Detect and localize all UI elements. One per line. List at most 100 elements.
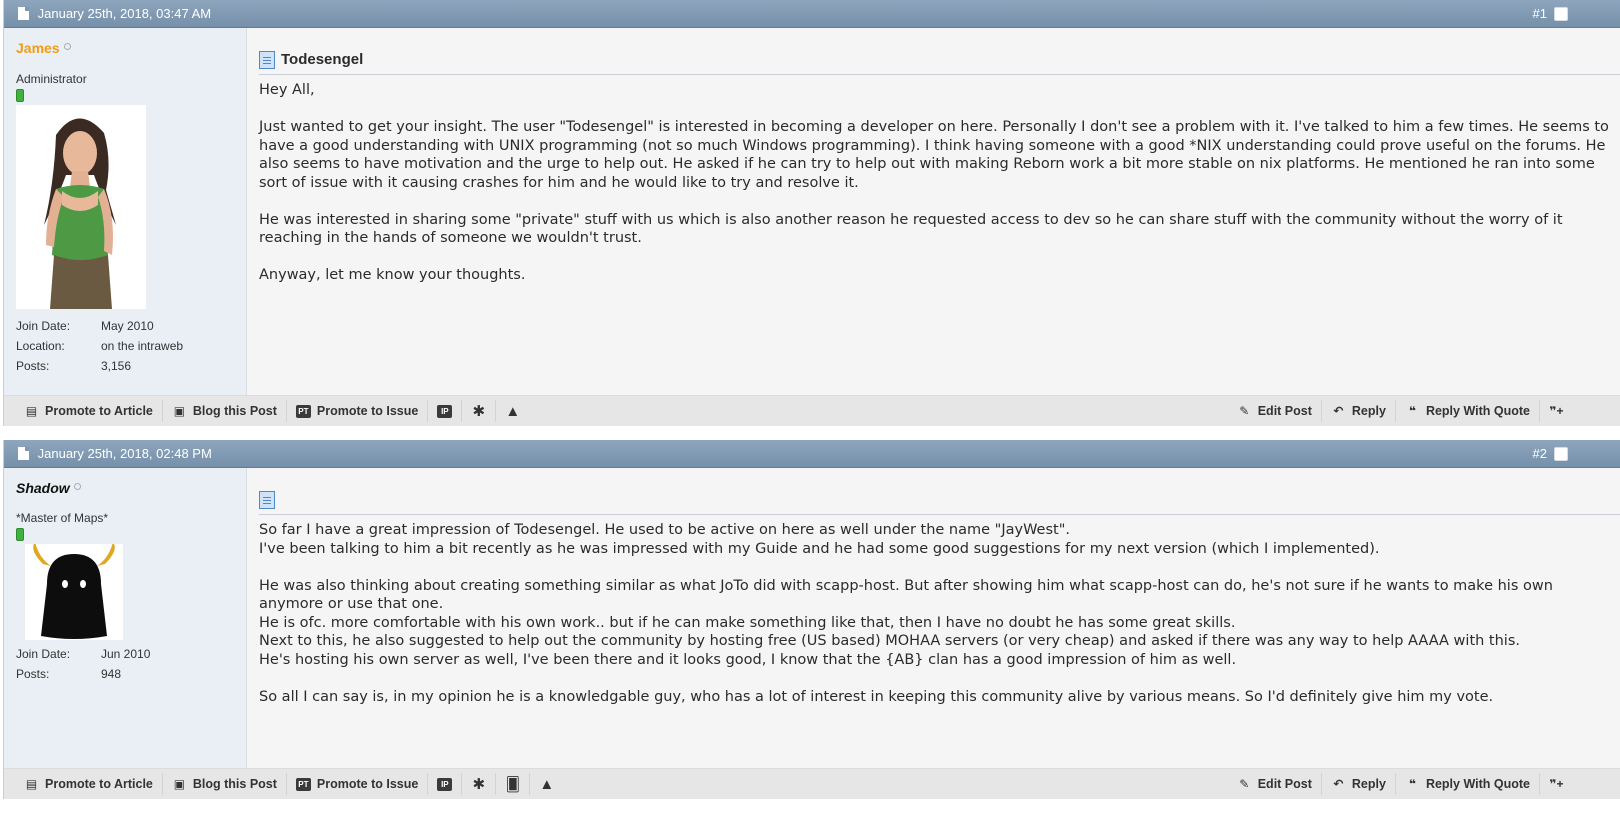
- promote-issue-label: Promote to Issue: [316, 777, 419, 791]
- stat-label: Join Date:: [16, 319, 71, 333]
- reply-quote-label: Reply With Quote: [1425, 404, 1530, 418]
- user-stats: Join Date: Jun 2010 Posts: 948: [16, 647, 246, 687]
- infraction-button[interactable]: ✱: [462, 773, 497, 795]
- reply-label: Reply: [1351, 777, 1386, 791]
- stat-label: Posts:: [16, 359, 50, 373]
- blog-post-label: Blog this Post: [192, 777, 277, 791]
- reply-label: Reply: [1351, 404, 1386, 418]
- offline-status-icon: [63, 43, 71, 50]
- stat-value: Jun 2010: [101, 647, 151, 661]
- reply-with-quote-button[interactable]: ❝ Reply With Quote: [1396, 400, 1540, 422]
- star-burst-icon: ✱: [472, 776, 486, 793]
- promote-article-label: Promote to Article: [45, 777, 153, 791]
- post-date: January 25th, 2018, 03:47 AM: [37, 6, 212, 21]
- report-button[interactable]: ▲: [530, 773, 563, 795]
- stat-row: Join Date: Jun 2010: [16, 647, 246, 667]
- post-footer: ▤ Promote to Article ▣ Blog this Post PT…: [4, 768, 1620, 799]
- username-link[interactable]: James: [16, 40, 60, 56]
- stat-row: Location: on the intraweb: [16, 339, 246, 359]
- post-1: January 25th, 2018, 03:47 AM #1 James Ad…: [3, 0, 1620, 426]
- multi-quote-button[interactable]: ❞+: [1540, 400, 1620, 422]
- post-title: [259, 488, 1620, 515]
- ip-button[interactable]: IP: [428, 400, 463, 422]
- promote-to-issue-button[interactable]: PT Promote to Issue: [287, 773, 429, 795]
- post-title-text: Todesengel: [281, 50, 364, 68]
- reply-with-quote-button[interactable]: ❝ Reply With Quote: [1396, 773, 1540, 795]
- reputation-icon: [16, 528, 24, 541]
- stat-row: Join Date: May 2010: [16, 319, 246, 339]
- issue-icon: PT: [295, 404, 311, 418]
- warning-icon: ▲: [539, 775, 555, 793]
- infraction-button[interactable]: ✱: [462, 400, 497, 422]
- blog-icon: ▣: [173, 404, 186, 418]
- stat-label: Posts:: [16, 667, 50, 681]
- stat-label: Join Date:: [16, 647, 71, 661]
- user-title: *Master of Maps*: [16, 511, 109, 525]
- reply-button[interactable]: ↶ Reply: [1322, 400, 1396, 422]
- reply-arrow-icon: ↶: [1333, 404, 1344, 418]
- cards-icon: 🂠: [505, 775, 520, 792]
- post-number-link[interactable]: #2: [1533, 440, 1547, 468]
- issue-icon: PT: [295, 777, 311, 791]
- promote-to-article-button[interactable]: ▤ Promote to Article: [15, 400, 163, 422]
- promote-to-issue-button[interactable]: PT Promote to Issue: [287, 400, 429, 422]
- stat-value: 3,156: [101, 359, 132, 373]
- offline-status-icon: [73, 483, 81, 490]
- multi-quote-button[interactable]: ❞+: [1540, 773, 1620, 795]
- select-post-checkbox[interactable]: [1554, 7, 1568, 21]
- post-2: January 25th, 2018, 02:48 PM #2 Shadow *…: [3, 440, 1620, 799]
- reputation-icon: [16, 89, 24, 102]
- post-message: So far I have a great impression of Tode…: [259, 522, 1553, 705]
- stat-row: Posts: 3,156: [16, 359, 246, 379]
- ip-button[interactable]: IP: [428, 773, 463, 795]
- user-stats: Join Date: May 2010 Location: on the int…: [16, 319, 246, 379]
- reply-arrow-icon: ↶: [1333, 777, 1344, 791]
- post-footer: ▤ Promote to Article ▣ Blog this Post PT…: [4, 395, 1620, 426]
- post-header: January 25th, 2018, 03:47 AM #1: [4, 0, 1620, 28]
- report-button[interactable]: ▲: [496, 400, 529, 422]
- avatar[interactable]: [25, 544, 123, 640]
- star-burst-icon: ✱: [472, 403, 486, 420]
- pencil-icon: ✎: [1239, 404, 1250, 418]
- stat-value: on the intraweb: [101, 339, 184, 353]
- post-date: January 25th, 2018, 02:48 PM: [37, 446, 212, 461]
- stat-row: Posts: 948: [16, 667, 246, 687]
- cards-button[interactable]: 🂠: [496, 773, 531, 795]
- post-content: So far I have a great impression of Tode…: [247, 468, 1620, 768]
- user-title: Administrator: [16, 72, 87, 86]
- post-content: Todesengel Hey All, Just wanted to get y…: [247, 28, 1620, 395]
- promote-issue-label: Promote to Issue: [316, 404, 419, 418]
- post-document-icon: [259, 491, 275, 509]
- multi-quote-icon: ❞+: [1549, 404, 1564, 418]
- quote-bubble-icon: ❝: [1408, 777, 1416, 791]
- pencil-icon: ✎: [1239, 777, 1250, 791]
- edit-post-button[interactable]: ✎ Edit Post: [1228, 773, 1322, 795]
- article-icon: ▤: [25, 777, 38, 791]
- stat-label: Location:: [16, 339, 65, 353]
- stat-value: May 2010: [101, 319, 154, 333]
- reply-button[interactable]: ↶ Reply: [1322, 773, 1396, 795]
- blog-this-post-button[interactable]: ▣ Blog this Post: [163, 773, 287, 795]
- promote-article-label: Promote to Article: [45, 404, 153, 418]
- post-header: January 25th, 2018, 02:48 PM #2: [4, 440, 1620, 468]
- promote-to-article-button[interactable]: ▤ Promote to Article: [15, 773, 163, 795]
- document-icon: [18, 7, 29, 20]
- post-document-icon: [259, 51, 275, 69]
- ip-icon: IP: [437, 404, 453, 418]
- reply-quote-label: Reply With Quote: [1425, 777, 1530, 791]
- edit-post-label: Edit Post: [1257, 404, 1312, 418]
- post-number-link[interactable]: #1: [1533, 0, 1547, 28]
- blog-this-post-button[interactable]: ▣ Blog this Post: [163, 400, 287, 422]
- multi-quote-icon: ❞+: [1549, 777, 1564, 791]
- username-link[interactable]: Shadow: [16, 480, 70, 496]
- edit-post-button[interactable]: ✎ Edit Post: [1228, 400, 1322, 422]
- blog-post-label: Blog this Post: [192, 404, 277, 418]
- edit-post-label: Edit Post: [1257, 777, 1312, 791]
- select-post-checkbox[interactable]: [1554, 447, 1568, 461]
- avatar[interactable]: [16, 105, 146, 309]
- user-info-panel: James Administrator Join Date: May 2010 …: [4, 28, 247, 395]
- document-icon: [18, 447, 29, 460]
- stat-value: 948: [101, 667, 122, 681]
- ip-icon: IP: [437, 777, 453, 791]
- article-icon: ▤: [25, 404, 38, 418]
